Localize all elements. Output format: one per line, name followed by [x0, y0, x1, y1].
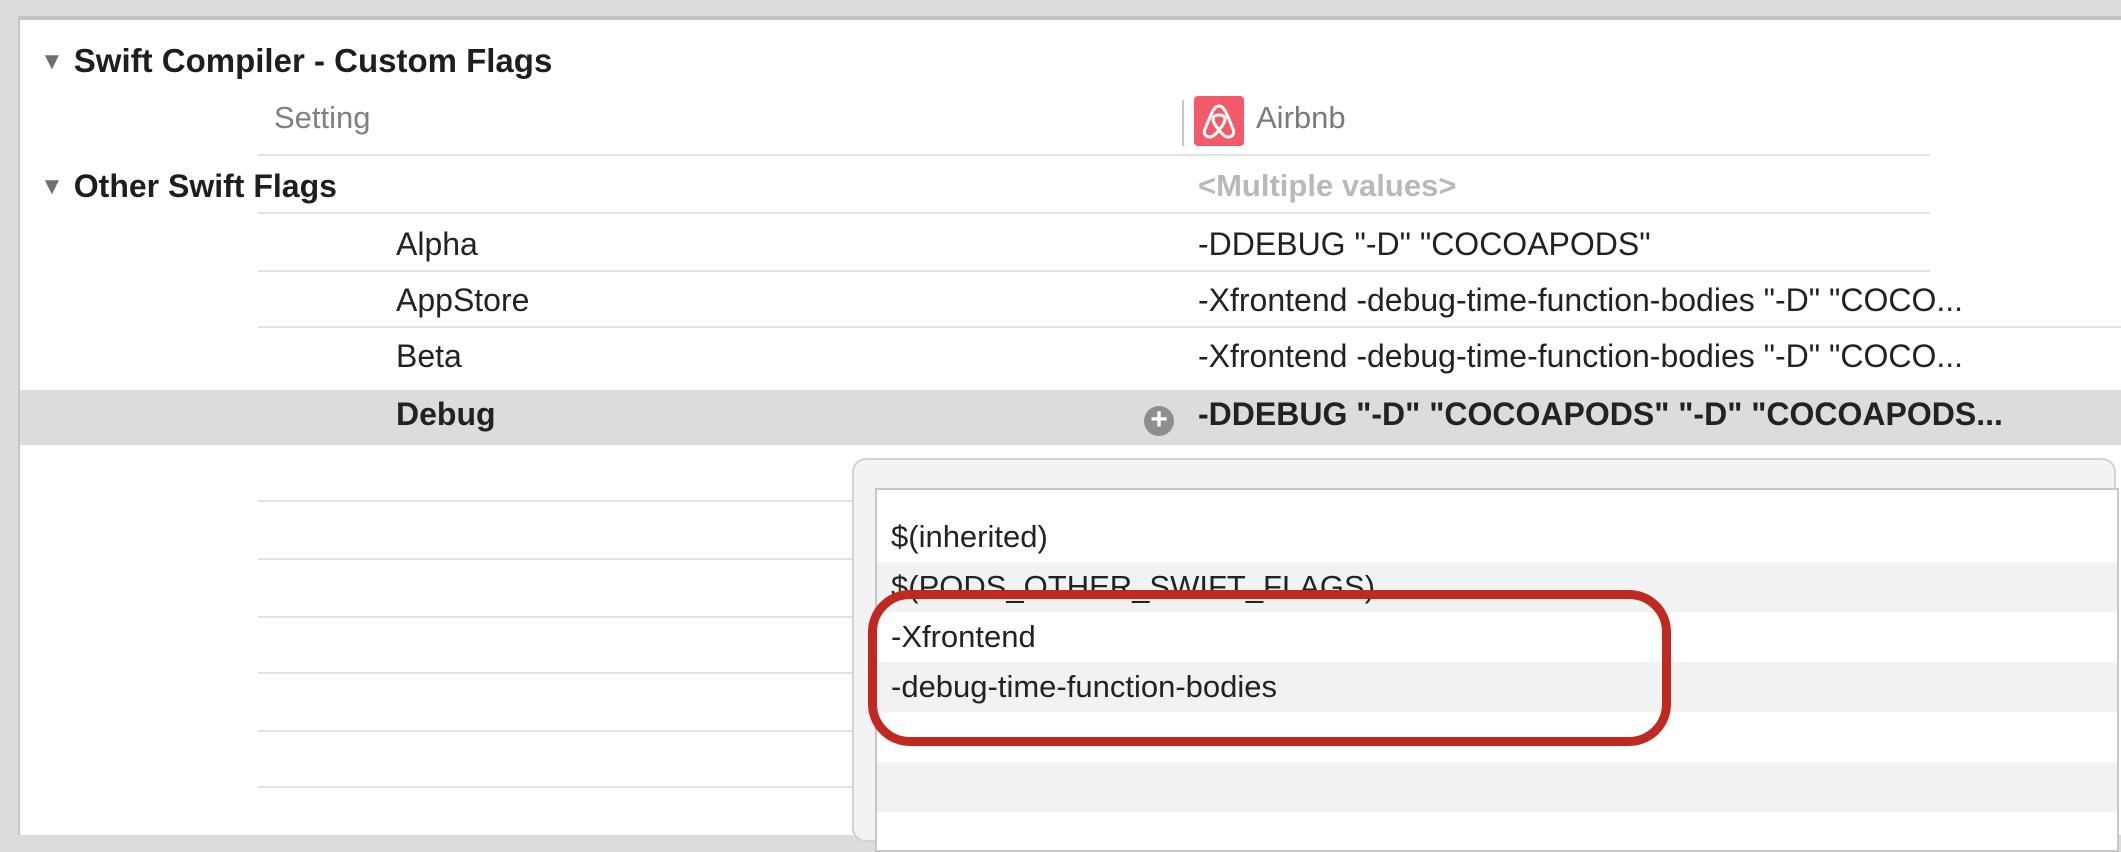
plus-circle-icon[interactable]: + — [1144, 405, 1174, 436]
config-label-appstore[interactable]: AppStore — [396, 282, 529, 319]
section-header[interactable]: ▼ Swift Compiler - Custom Flags — [40, 42, 552, 80]
multiple-values-label[interactable]: <Multiple values> — [1198, 168, 1456, 204]
config-label-beta[interactable]: Beta — [396, 338, 462, 375]
section-title: Swift Compiler - Custom Flags — [73, 42, 553, 79]
config-value-appstore[interactable]: -Xfrontend -debug-time-function-bodies "… — [1198, 282, 1963, 319]
target-column-header[interactable]: Airbnb — [1256, 100, 1346, 136]
divider — [258, 212, 1930, 214]
divider — [258, 672, 858, 674]
other-swift-flags-row[interactable]: ▼ Other Swift Flags — [40, 168, 337, 205]
divider — [258, 730, 858, 732]
divider — [258, 154, 1930, 156]
divider — [258, 326, 2121, 328]
divider — [258, 616, 858, 618]
column-separator — [1182, 100, 1184, 146]
disclosure-triangle-icon[interactable]: ▼ — [40, 173, 64, 200]
config-label-debug[interactable]: Debug — [396, 396, 496, 433]
config-value-beta[interactable]: -Xfrontend -debug-time-function-bodies "… — [1198, 338, 1963, 375]
empty-list-item[interactable] — [877, 762, 2117, 812]
annotation-highlight — [868, 590, 1671, 746]
divider — [258, 500, 858, 502]
config-label-alpha[interactable]: Alpha — [396, 226, 478, 263]
list-item[interactable]: $(inherited) — [877, 512, 2117, 562]
disclosure-triangle-icon[interactable]: ▼ — [40, 48, 64, 75]
setting-name: Other Swift Flags — [73, 168, 337, 204]
setting-column-header[interactable]: Setting — [274, 100, 371, 136]
divider — [258, 558, 858, 560]
config-value-alpha[interactable]: -DDEBUG "-D" "COCOAPODS" — [1198, 226, 1651, 263]
config-value-debug[interactable]: -DDEBUG "-D" "COCOAPODS" "-D" "COCOAPODS… — [1198, 396, 2003, 433]
divider — [258, 270, 1930, 272]
airbnb-logo-icon — [1194, 96, 1244, 146]
divider — [258, 786, 858, 788]
